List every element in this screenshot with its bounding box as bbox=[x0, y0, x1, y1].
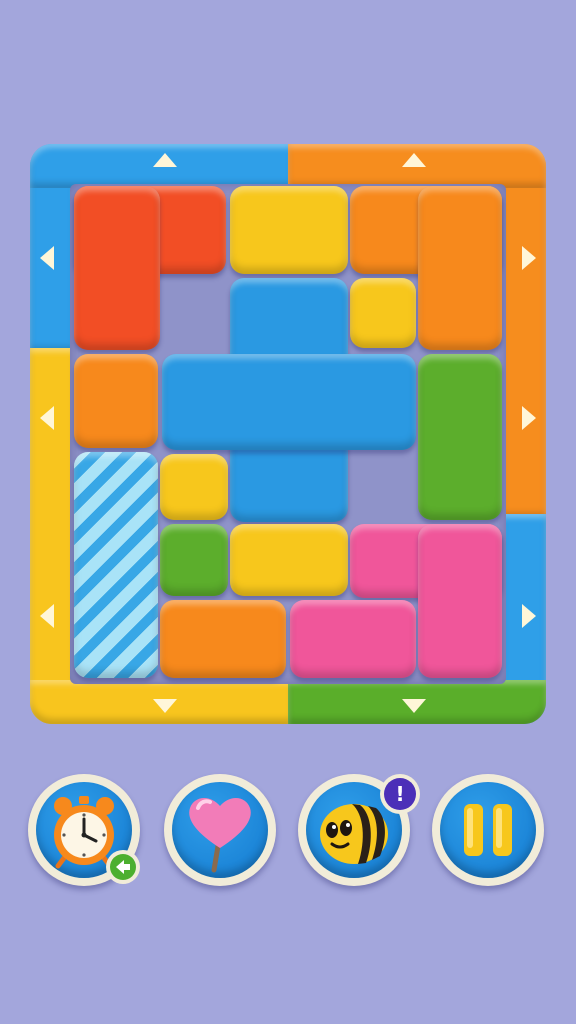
rewind-badge bbox=[106, 850, 140, 884]
pink-block-bottom[interactable] bbox=[290, 600, 416, 678]
pause-icon bbox=[464, 804, 512, 856]
pink-l-block-stem[interactable] bbox=[418, 524, 502, 678]
green-small-block[interactable] bbox=[160, 524, 228, 596]
alert-badge-text: ! bbox=[395, 782, 405, 806]
lollipop-booster-button[interactable] bbox=[164, 774, 276, 886]
yellow-block-middle[interactable] bbox=[230, 524, 348, 596]
exit-arrow-left-icon bbox=[40, 246, 54, 270]
yellow-small-block-right[interactable] bbox=[350, 278, 416, 348]
alert-badge: ! bbox=[380, 774, 420, 814]
orange-l-block-stem[interactable] bbox=[418, 186, 502, 350]
orange-block-bottom[interactable] bbox=[160, 600, 286, 678]
exit-arrow-left-icon bbox=[40, 406, 54, 430]
exit-arrow-right-icon bbox=[522, 246, 536, 270]
heart-lollipop-icon bbox=[189, 797, 251, 873]
bee-booster-button[interactable]: ! bbox=[298, 774, 420, 886]
frame-right-top bbox=[502, 144, 546, 518]
exit-arrow-right-icon bbox=[522, 604, 536, 628]
orange-block-left[interactable] bbox=[74, 354, 158, 448]
rewind-arrow-icon bbox=[110, 854, 136, 880]
striped-block[interactable] bbox=[74, 452, 158, 678]
exit-arrow-down-icon bbox=[402, 699, 426, 713]
exit-arrow-up-icon bbox=[153, 153, 177, 167]
time-booster-button[interactable] bbox=[28, 774, 140, 886]
yellow-small-block-left[interactable] bbox=[160, 454, 228, 520]
alert-badge-inner: ! bbox=[384, 778, 416, 810]
red-l-block-stem[interactable] bbox=[74, 186, 160, 350]
blue-cross-horizontal[interactable] bbox=[162, 354, 416, 450]
pause-button[interactable] bbox=[432, 774, 544, 886]
exit-arrow-left-icon bbox=[40, 604, 54, 628]
green-tall-block[interactable] bbox=[418, 354, 502, 520]
exit-arrow-right-icon bbox=[522, 406, 536, 430]
game-screen: ! bbox=[0, 0, 576, 1024]
frame-left-bottom bbox=[30, 348, 74, 724]
exit-arrow-down-icon bbox=[153, 699, 177, 713]
exit-arrow-up-icon bbox=[402, 153, 426, 167]
bee-icon bbox=[320, 804, 388, 864]
yellow-block-top[interactable] bbox=[230, 186, 348, 274]
